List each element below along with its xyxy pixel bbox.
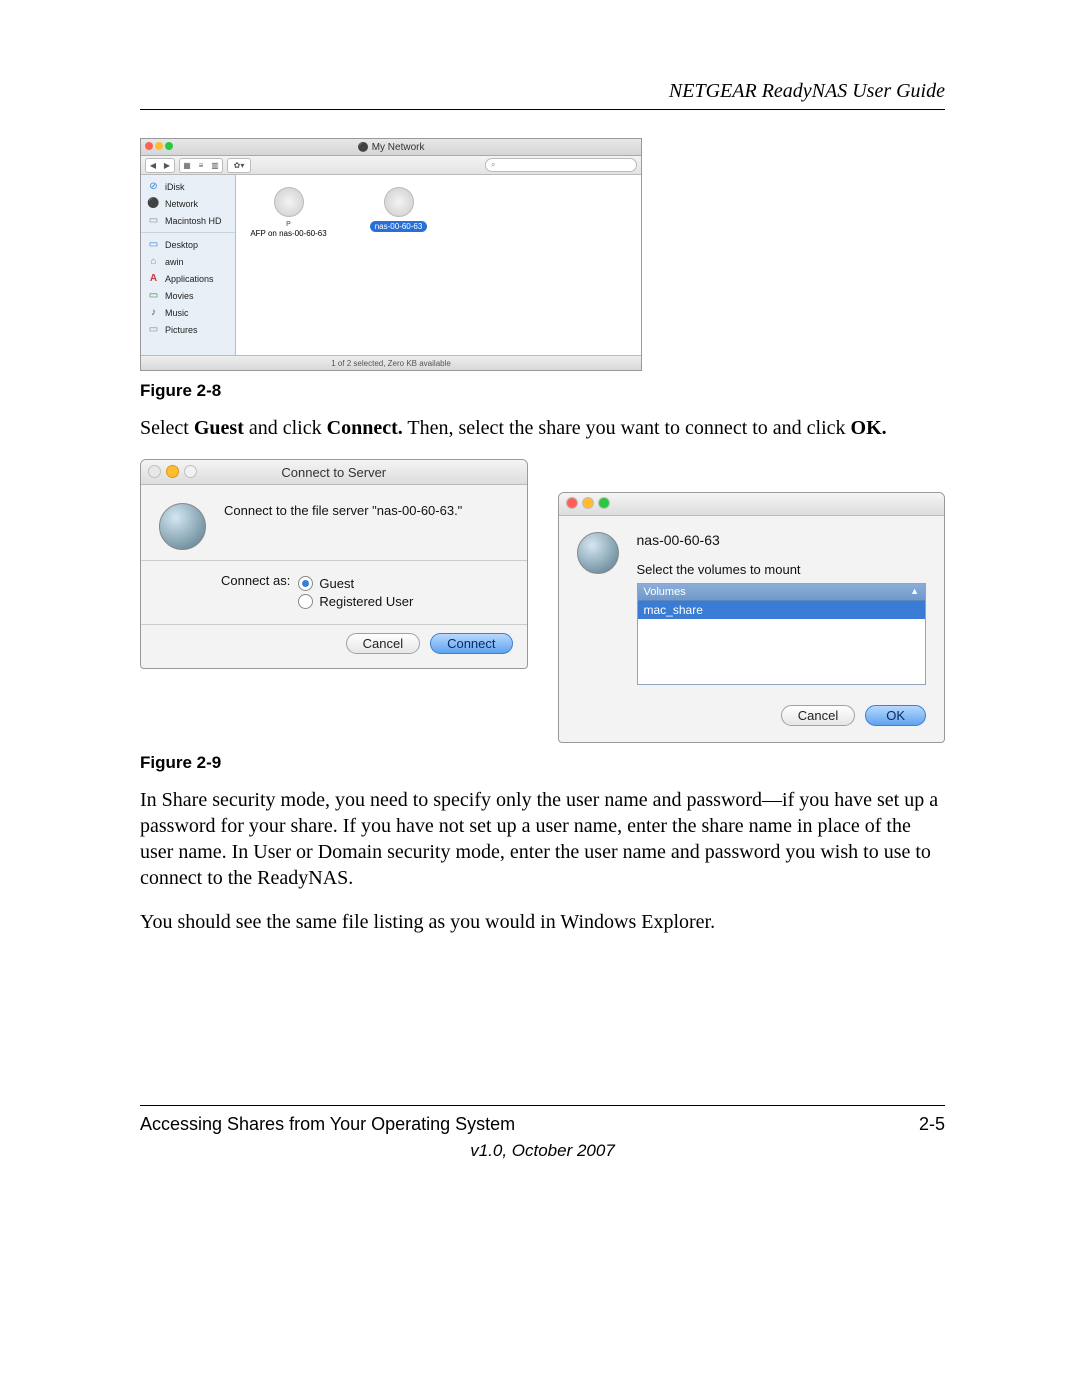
- volume-item[interactable]: mac_share: [638, 601, 926, 619]
- footer-section: Accessing Shares from Your Operating Sys…: [140, 1114, 515, 1135]
- finder-sidebar: ⊘ iDisk ⚫ Network ▭ Macintosh HD ▭ Deskt…: [141, 175, 236, 355]
- sidebar-item-label: Music: [165, 308, 189, 318]
- finder-titlebar: ⚫ My Network: [141, 139, 641, 156]
- view-list-button[interactable]: ≡: [194, 159, 208, 172]
- sidebar-item-label: Desktop: [165, 240, 198, 250]
- back-button[interactable]: ◀: [146, 159, 160, 172]
- dialog-titlebar: [559, 493, 945, 516]
- finder-content: P AFP on nas-00-60-63 nas-00-60-63: [236, 175, 641, 355]
- footer-page-number: 2-5: [919, 1114, 945, 1135]
- sidebar-item-label: awin: [165, 257, 184, 267]
- server-globe-icon: [159, 503, 206, 550]
- view-icon-button[interactable]: ▦: [180, 159, 194, 172]
- applications-icon: A: [147, 272, 160, 285]
- search-input[interactable]: ⌕: [485, 158, 637, 172]
- connect-to-server-dialog: Connect to Server Connect to the file se…: [140, 459, 528, 669]
- cancel-button[interactable]: Cancel: [781, 705, 855, 726]
- sidebar-item-label: Macintosh HD: [165, 216, 222, 226]
- sidebar-item-pictures[interactable]: ▭ Pictures: [141, 321, 235, 338]
- view-column-button[interactable]: ▥: [208, 159, 222, 172]
- sidebar-item-label: Applications: [165, 274, 214, 284]
- footer-version: v1.0, October 2007: [140, 1141, 945, 1161]
- volumes-listbox[interactable]: Volumes ▲ mac_share: [637, 583, 927, 685]
- hdd-icon: ▭: [147, 214, 160, 227]
- server-globe-icon: [577, 532, 619, 574]
- radio-guest-row[interactable]: Guest: [298, 576, 413, 591]
- server-globe-icon: [384, 187, 414, 217]
- close-icon[interactable]: [566, 497, 578, 509]
- zoom-icon[interactable]: [165, 142, 173, 150]
- select-volumes-dialog: nas-00-60-63 Select the volumes to mount…: [558, 492, 946, 743]
- dialog-titlebar: Connect to Server: [141, 460, 527, 485]
- dialog-title: Connect to Server: [281, 465, 386, 480]
- close-icon[interactable]: [145, 142, 153, 150]
- close-icon[interactable]: [148, 465, 161, 478]
- figure-caption: Figure 2-9: [140, 753, 945, 773]
- sidebar-item-label: Movies: [165, 291, 194, 301]
- volumes-column-header[interactable]: Volumes ▲: [638, 584, 926, 601]
- connect-button[interactable]: Connect: [430, 633, 512, 654]
- radio-registered-row[interactable]: Registered User: [298, 594, 413, 609]
- minimize-icon[interactable]: [166, 465, 179, 478]
- home-icon: ⌂: [147, 255, 160, 268]
- music-icon: ♪: [147, 306, 160, 319]
- forward-button[interactable]: ▶: [160, 159, 174, 172]
- finder-toolbar: ◀ ▶ ▦ ≡ ▥ ✿▾ ⌕: [141, 156, 641, 175]
- action-menu-button[interactable]: ✿▾: [228, 159, 250, 172]
- finder-window: ⚫ My Network ◀ ▶ ▦ ≡ ▥ ✿▾ ⌕ ⊘: [140, 138, 642, 371]
- connect-as-label: Connect as:: [221, 573, 290, 612]
- instruction-paragraph: Select Guest and click Connect. Then, se…: [140, 415, 945, 441]
- server-name-label: nas-00-60-63: [637, 532, 927, 548]
- network-icon: ⚫: [147, 197, 160, 210]
- minimize-icon[interactable]: [582, 497, 594, 509]
- radio-label: Registered User: [319, 594, 413, 609]
- server-globe-icon: [274, 187, 304, 217]
- sidebar-item-label: iDisk: [165, 182, 185, 192]
- sidebar-item-network[interactable]: ⚫ Network: [141, 195, 235, 212]
- minimize-icon[interactable]: [155, 142, 163, 150]
- body-paragraph: In Share security mode, you need to spec…: [140, 787, 945, 891]
- sidebar-item-label: Network: [165, 199, 198, 209]
- figure-caption: Figure 2-8: [140, 381, 945, 401]
- sidebar-item-music[interactable]: ♪ Music: [141, 304, 235, 321]
- cancel-button[interactable]: Cancel: [346, 633, 420, 654]
- sidebar-item-macintosh-hd[interactable]: ▭ Macintosh HD: [141, 212, 235, 229]
- network-item-nas[interactable]: nas-00-60-63: [356, 187, 441, 232]
- network-icon: ⚫: [357, 142, 368, 153]
- sidebar-item-movies[interactable]: ▭ Movies: [141, 287, 235, 304]
- idisk-icon: ⊘: [147, 180, 160, 193]
- network-item-afp[interactable]: P AFP on nas-00-60-63: [246, 187, 331, 238]
- body-paragraph: You should see the same file listing as …: [140, 909, 945, 935]
- radio-registered[interactable]: [298, 594, 313, 609]
- search-icon: ⌕: [491, 160, 495, 170]
- finder-status-bar: 1 of 2 selected, Zero KB available: [141, 355, 641, 370]
- ok-button[interactable]: OK: [865, 705, 926, 726]
- zoom-icon[interactable]: [598, 497, 610, 509]
- doc-header-title: NETGEAR ReadyNAS User Guide: [140, 80, 945, 103]
- sidebar-item-home[interactable]: ⌂ awin: [141, 253, 235, 270]
- sort-asc-icon: ▲: [910, 586, 919, 598]
- pictures-icon: ▭: [147, 323, 160, 336]
- desktop-icon: ▭: [147, 238, 160, 251]
- movies-icon: ▭: [147, 289, 160, 302]
- radio-label: Guest: [319, 576, 354, 591]
- sidebar-item-idisk[interactable]: ⊘ iDisk: [141, 178, 235, 195]
- network-item-label: nas-00-60-63: [370, 221, 428, 232]
- zoom-icon[interactable]: [184, 465, 197, 478]
- sidebar-item-desktop[interactable]: ▭ Desktop: [141, 236, 235, 253]
- volumes-prompt: Select the volumes to mount: [637, 562, 927, 577]
- finder-title: My Network: [372, 142, 425, 153]
- connect-prompt: Connect to the file server "nas-00-60-63…: [224, 503, 462, 518]
- sidebar-item-applications[interactable]: A Applications: [141, 270, 235, 287]
- sidebar-item-label: Pictures: [165, 325, 198, 335]
- network-item-sublabel: P: [286, 221, 291, 228]
- radio-guest[interactable]: [298, 576, 313, 591]
- network-item-label: AFP on nas-00-60-63: [250, 229, 326, 238]
